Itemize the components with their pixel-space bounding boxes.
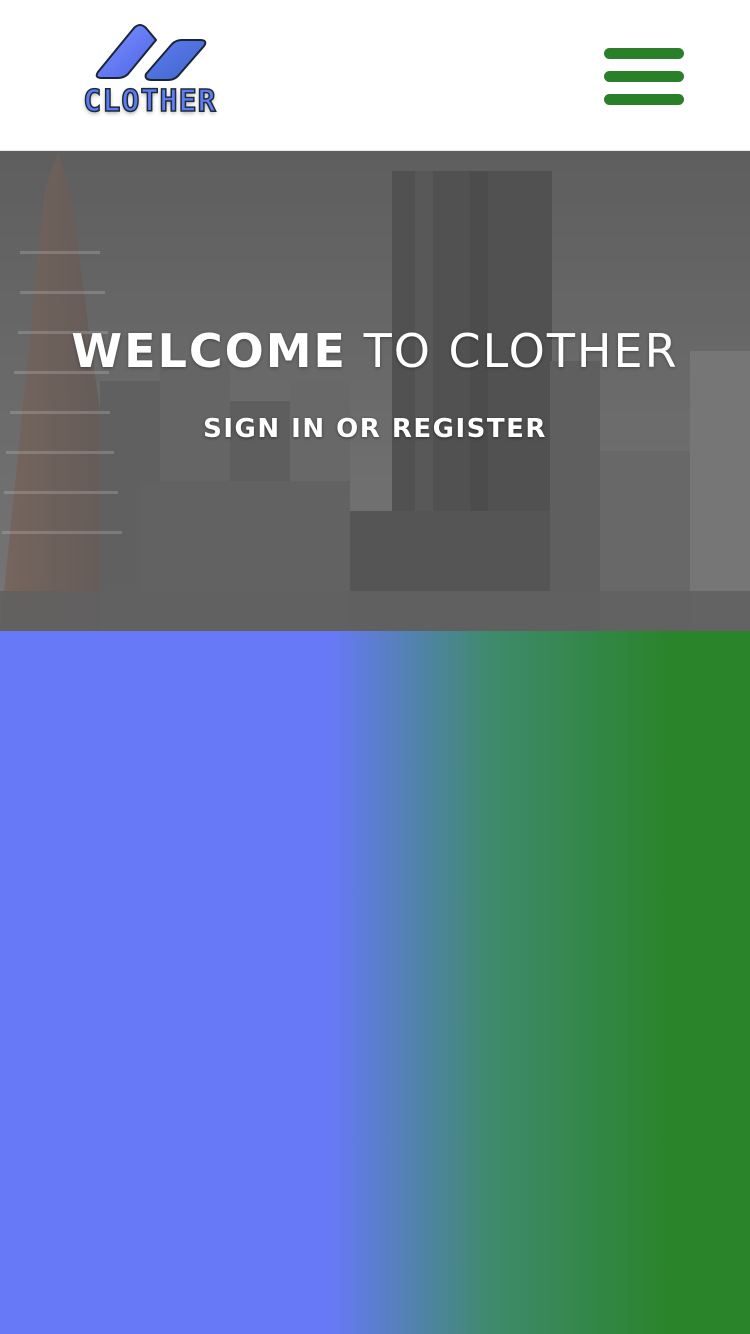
hero-title: WELCOME TO CLOTHER xyxy=(0,321,750,381)
sign-in-register-link[interactable]: SIGN IN OR REGISTER xyxy=(200,411,550,447)
hero-title-strong: WELCOME xyxy=(71,324,347,378)
hamburger-menu-button[interactable] xyxy=(600,44,688,108)
hamburger-menu-icon xyxy=(604,48,684,59)
page: CLOTHER WELCOME TO CLOTHER SIGN IN OR RE… xyxy=(0,0,750,1334)
hero-overlay xyxy=(0,151,750,631)
hamburger-menu-icon xyxy=(604,71,684,82)
logo[interactable]: CLOTHER xyxy=(60,14,240,120)
logo-text: CLOTHER xyxy=(83,83,217,120)
gradient-panel xyxy=(0,631,750,1334)
hero-title-rest: TO CLOTHER xyxy=(363,324,679,378)
hero-banner: WELCOME TO CLOTHER SIGN IN OR REGISTER xyxy=(0,151,750,631)
hamburger-menu-icon xyxy=(604,94,684,105)
app-header: CLOTHER xyxy=(0,0,750,151)
